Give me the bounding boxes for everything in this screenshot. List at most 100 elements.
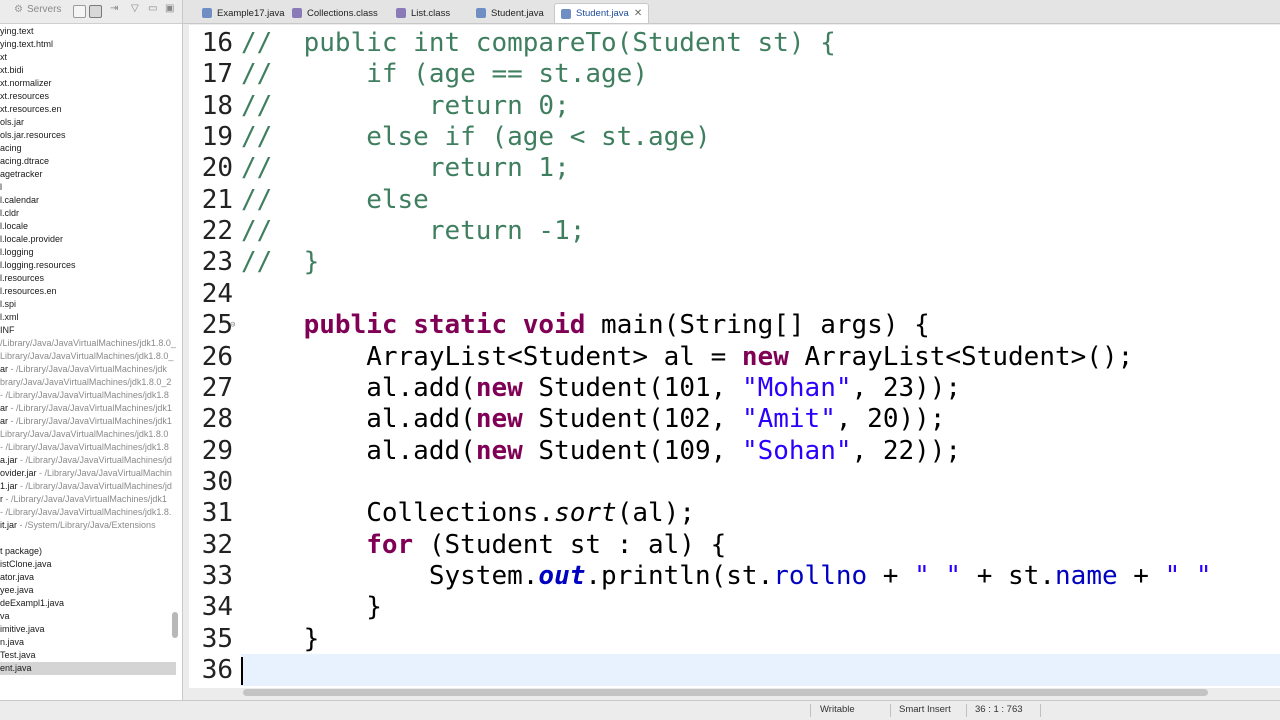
tree-item[interactable]: l.resources.en xyxy=(0,285,176,298)
tree-item[interactable]: - /Library/Java/JavaVirtualMachines/jdk1… xyxy=(0,506,176,519)
tree-item[interactable]: ovider.jar - /Library/Java/JavaVirtualMa… xyxy=(0,467,176,480)
maximize-icon[interactable]: ▣ xyxy=(165,3,174,14)
tree-item[interactable]: xt.bidi xyxy=(0,64,176,77)
code-line[interactable]: 19 // else if (age < st.age) xyxy=(189,121,1280,153)
project-file-item[interactable]: istClone.java xyxy=(0,558,176,571)
project-file-item[interactable]: imitive.java xyxy=(0,623,176,636)
tree-item[interactable]: ying.text.html xyxy=(0,38,176,51)
close-tab-icon[interactable]: ✕ xyxy=(634,8,642,19)
tree-item[interactable]: it.jar - /System/Library/Java/Extensions xyxy=(0,519,176,532)
tree-item[interactable]: xt.resources.en xyxy=(0,103,176,116)
project-file-item[interactable]: va xyxy=(0,610,176,623)
link-with-editor-icon[interactable] xyxy=(89,5,102,18)
status-separator xyxy=(810,704,811,717)
code-line[interactable]: 29 al.add(new Student(109, "Sohan", 22))… xyxy=(189,435,1280,467)
tree-item[interactable]: /Library/Java/JavaVirtualMachines/jdk1.8… xyxy=(0,337,176,350)
tree-scrollbar-thumb[interactable] xyxy=(172,612,178,638)
editor-tab[interactable]: Student.java ✕ xyxy=(554,3,650,23)
project-file-item[interactable]: t package) xyxy=(0,545,176,558)
project-file-item[interactable]: yee.java xyxy=(0,584,176,597)
tree-item[interactable]: l.xml xyxy=(0,311,176,324)
code-line[interactable]: 31 Collections.sort(al); xyxy=(189,497,1280,529)
code-line[interactable]: 30 xyxy=(189,466,1280,498)
code-line[interactable]: 28 al.add(new Student(102, "Amit", 20)); xyxy=(189,403,1280,435)
project-file-item[interactable]: deExampl1.java xyxy=(0,597,176,610)
line-number: 19 xyxy=(201,122,233,153)
code-line[interactable]: 27 al.add(new Student(101, "Mohan", 23))… xyxy=(189,372,1280,404)
code-line[interactable]: 23 // } xyxy=(189,246,1280,278)
servers-tab-label: Servers xyxy=(26,4,62,15)
tree-item[interactable]: brary/Java/JavaVirtualMachines/jdk1.8.0_… xyxy=(0,376,176,389)
project-file-item[interactable]: ent.java xyxy=(0,662,176,675)
editor-tab[interactable]: Collections.class xyxy=(286,3,384,23)
tree-item[interactable]: - /Library/Java/JavaVirtualMachines/jdk1… xyxy=(0,441,176,454)
servers-tab[interactable]: ⚙ Servers xyxy=(14,4,61,15)
code-line[interactable]: 32 for (Student st : al) { xyxy=(189,529,1280,561)
horizontal-scrollbar-thumb[interactable] xyxy=(243,689,1208,696)
tree-item[interactable]: ying.text xyxy=(0,25,176,38)
tree-item[interactable]: ols.jar.resources xyxy=(0,129,176,142)
tree-item[interactable]: xt.resources xyxy=(0,90,176,103)
tree-item[interactable]: l xyxy=(0,181,176,194)
tree-item[interactable]: acing.dtrace xyxy=(0,155,176,168)
code-text: // } xyxy=(241,247,320,278)
line-number: 25 xyxy=(201,310,233,341)
editor-tab[interactable]: Student.java xyxy=(470,3,550,23)
status-separator xyxy=(890,704,891,717)
code-line[interactable]: 17 // if (age == st.age) xyxy=(189,58,1280,90)
code-line[interactable]: 34 } xyxy=(189,591,1280,623)
tree-item[interactable]: l.locale xyxy=(0,220,176,233)
project-file-item[interactable]: n.java xyxy=(0,636,176,649)
tree-item[interactable]: l.resources xyxy=(0,272,176,285)
tree-item-name: l.xml xyxy=(0,312,19,322)
code-line[interactable]: 20 // return 1; xyxy=(189,152,1280,184)
tree-item[interactable]: 1.jar - /Library/Java/JavaVirtualMachine… xyxy=(0,480,176,493)
code-line[interactable]: 25 ⊖ public static void main(String[] arg… xyxy=(189,309,1280,341)
collapse-all-icon[interactable] xyxy=(73,5,86,18)
tree-item[interactable]: agetracker xyxy=(0,168,176,181)
tree-item[interactable]: acing xyxy=(0,142,176,155)
tree-item[interactable]: Library/Java/JavaVirtualMachines/jdk1.8.… xyxy=(0,428,176,441)
code-line[interactable]: 18 // return 0; xyxy=(189,90,1280,122)
tree-item[interactable]: l.locale.provider xyxy=(0,233,176,246)
insert-mode-status[interactable]: Smart Insert xyxy=(899,704,951,715)
editor-tab[interactable]: Example17.java xyxy=(196,3,291,23)
code-line[interactable]: 36 xyxy=(189,654,1280,686)
code-editor[interactable]: 16// public int compareTo(Student st) {1… xyxy=(189,25,1280,688)
code-line[interactable]: 24 xyxy=(189,278,1280,310)
tree-item[interactable]: ar - /Library/Java/JavaVirtualMachines/j… xyxy=(0,402,176,415)
tree-item-name: l.cldr xyxy=(0,208,20,218)
code-line[interactable]: 22 // return -1; xyxy=(189,215,1280,247)
code-text: // if (age == st.age) xyxy=(241,59,648,90)
editor-tab[interactable]: List.class xyxy=(390,3,456,23)
tree-item[interactable]: l.calendar xyxy=(0,194,176,207)
tree-item[interactable]: INF xyxy=(0,324,176,337)
forward-icon[interactable]: ⇥ xyxy=(110,3,118,14)
fold-toggle-icon[interactable]: ⊖ xyxy=(230,309,235,341)
tree-item[interactable]: l.spi xyxy=(0,298,176,311)
tree-item-name: ar xyxy=(0,403,9,413)
tree-item-location: - /Library/Java/JavaVirtualMachines/jdk1 xyxy=(8,416,172,426)
project-file-item[interactable]: Test.java xyxy=(0,649,176,662)
code-line[interactable]: 16 // public int compareTo(Student st) { xyxy=(189,27,1280,59)
tree-item[interactable]: r - /Library/Java/JavaVirtualMachines/jd… xyxy=(0,493,176,506)
minimize-icon[interactable]: ▭ xyxy=(148,3,157,14)
project-file-item[interactable]: ator.java xyxy=(0,571,176,584)
tree-item-location: - /Library/Java/JavaVirtualMachines/jdk1 xyxy=(3,494,167,504)
tree-item[interactable]: ar - /Library/Java/JavaVirtualMachines/j… xyxy=(0,415,176,428)
tree-item[interactable]: ols.jar xyxy=(0,116,176,129)
tree-item[interactable]: l.logging.resources xyxy=(0,259,176,272)
tree-item[interactable]: - /Library/Java/JavaVirtualMachines/jdk1… xyxy=(0,389,176,402)
tree-item[interactable]: l.logging xyxy=(0,246,176,259)
view-menu-icon[interactable]: ▽ xyxy=(131,3,139,14)
tree-item[interactable]: xt xyxy=(0,51,176,64)
code-line[interactable]: 21 // else xyxy=(189,184,1280,216)
code-line[interactable]: 33 System.out.println(st.rollno + " " + … xyxy=(189,560,1280,592)
tree-item[interactable]: ar - /Library/Java/JavaVirtualMachines/j… xyxy=(0,363,176,376)
code-line[interactable]: 35 } xyxy=(189,623,1280,655)
tree-item[interactable]: Library/Java/JavaVirtualMachines/jdk1.8.… xyxy=(0,350,176,363)
tree-item[interactable]: l.cldr xyxy=(0,207,176,220)
tree-item[interactable]: a.jar - /Library/Java/JavaVirtualMachine… xyxy=(0,454,176,467)
tree-item[interactable]: xt.normalizer xyxy=(0,77,176,90)
code-line[interactable]: 26 ArrayList<Student> al = new ArrayList… xyxy=(189,341,1280,373)
